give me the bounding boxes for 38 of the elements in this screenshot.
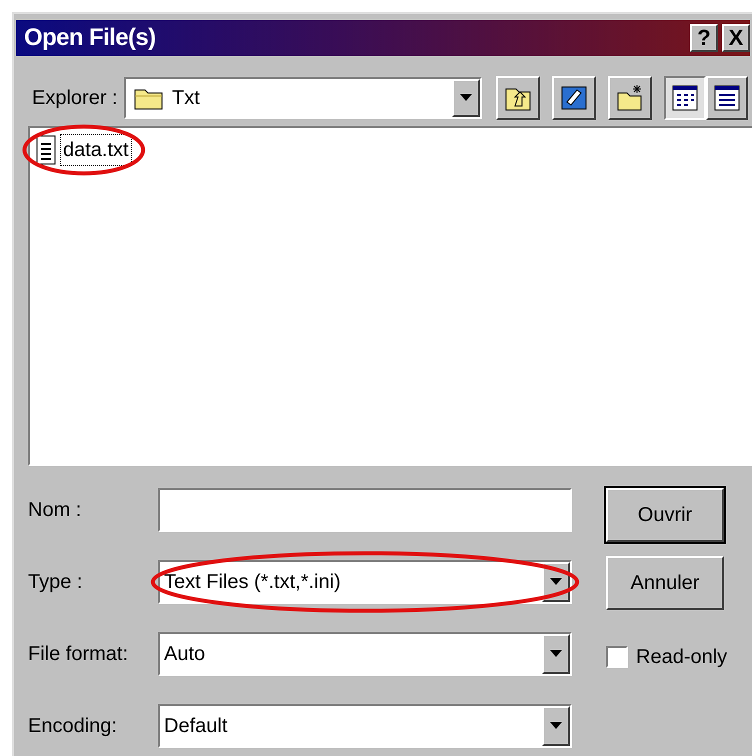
folder-name: Txt xyxy=(172,86,201,111)
list-view-icon xyxy=(672,85,698,111)
dropdown-button[interactable] xyxy=(542,706,570,746)
field-label: Nom : xyxy=(28,498,82,523)
new-folder-icon xyxy=(616,84,644,112)
toolbar-button[interactable] xyxy=(608,76,652,120)
dropdown-field[interactable]: Default xyxy=(158,704,572,748)
caret-icon xyxy=(550,722,562,730)
field-label: Type : xyxy=(28,570,84,595)
window-title: Open File(s) xyxy=(24,23,156,53)
checkbox-label: Read-only xyxy=(636,645,728,670)
field-label: Encoding: xyxy=(28,714,118,739)
text-file-icon xyxy=(36,135,56,165)
file-item[interactable]: data.txt xyxy=(60,134,132,166)
list-view-button[interactable] xyxy=(664,76,706,120)
caret-icon xyxy=(550,650,562,658)
details-view-button[interactable] xyxy=(706,76,748,120)
explorer-label: Explorer : xyxy=(32,86,118,111)
toolbar-button[interactable] xyxy=(552,76,596,120)
dropdown-value: Auto xyxy=(163,642,206,667)
dropdown-button[interactable] xyxy=(452,79,480,117)
help-button[interactable]: ? xyxy=(690,24,718,52)
dropdown-value: Default xyxy=(163,714,228,739)
dropdown-field[interactable]: Text Files (*.txt,*.ini) xyxy=(158,560,572,604)
dropdown-value: Text Files (*.txt,*.ini) xyxy=(163,570,342,595)
toolbar-button[interactable] xyxy=(496,76,540,120)
cancel-button[interactable]: Annuler xyxy=(606,556,724,610)
checkbox[interactable] xyxy=(606,646,628,668)
close-button[interactable]: X xyxy=(722,24,750,52)
folder-dropdown[interactable]: Txt xyxy=(124,77,482,119)
details-view-icon xyxy=(714,85,740,111)
dropdown-button[interactable] xyxy=(542,634,570,674)
field-label: File format: xyxy=(28,642,130,667)
caret-icon xyxy=(550,578,562,586)
dropdown-field[interactable]: Auto xyxy=(158,632,572,676)
caret-icon xyxy=(460,94,472,102)
name-field[interactable] xyxy=(158,488,572,532)
open-button[interactable]: Ouvrir xyxy=(606,488,724,542)
